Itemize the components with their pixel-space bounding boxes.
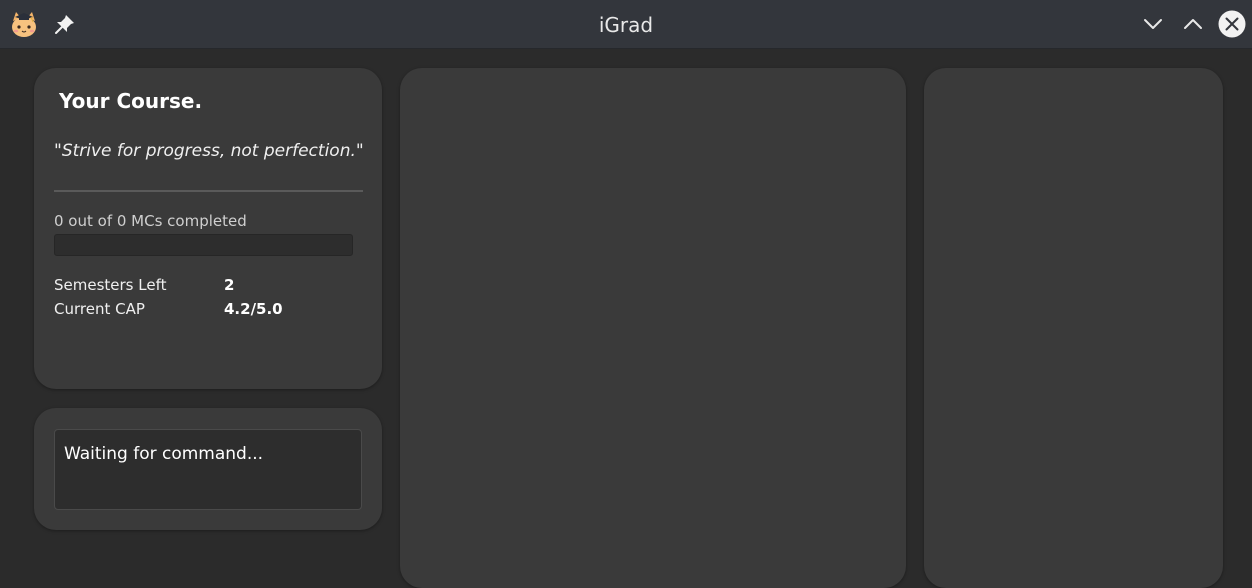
mcs-completed-text: 0 out of 0 MCs completed (54, 212, 247, 230)
mc-progress-bar (54, 234, 353, 256)
current-cap-label: Current CAP (54, 300, 145, 318)
course-title: Your Course. (59, 89, 203, 113)
divider (54, 190, 363, 192)
semesters-left-label: Semesters Left (54, 276, 167, 294)
command-output-card: Waiting for command... (34, 408, 382, 530)
module-list-panel (400, 68, 906, 588)
window-title: iGrad (598, 13, 654, 37)
semesters-left-value: 2 (224, 276, 235, 294)
maximize-button[interactable] (1179, 10, 1207, 38)
close-button[interactable] (1218, 10, 1246, 38)
title-bar: iGrad (0, 0, 1252, 49)
motivational-quote: "Strive for progress, not perfection." (54, 141, 364, 161)
command-output-text: Waiting for command... (64, 444, 264, 464)
current-cap-value: 4.2/5.0 (224, 300, 283, 318)
detail-panel (924, 68, 1223, 588)
course-card: Your Course. "Strive for progress, not p… (34, 68, 382, 389)
minimize-button[interactable] (1139, 10, 1167, 38)
command-output-box: Waiting for command... (54, 429, 362, 510)
